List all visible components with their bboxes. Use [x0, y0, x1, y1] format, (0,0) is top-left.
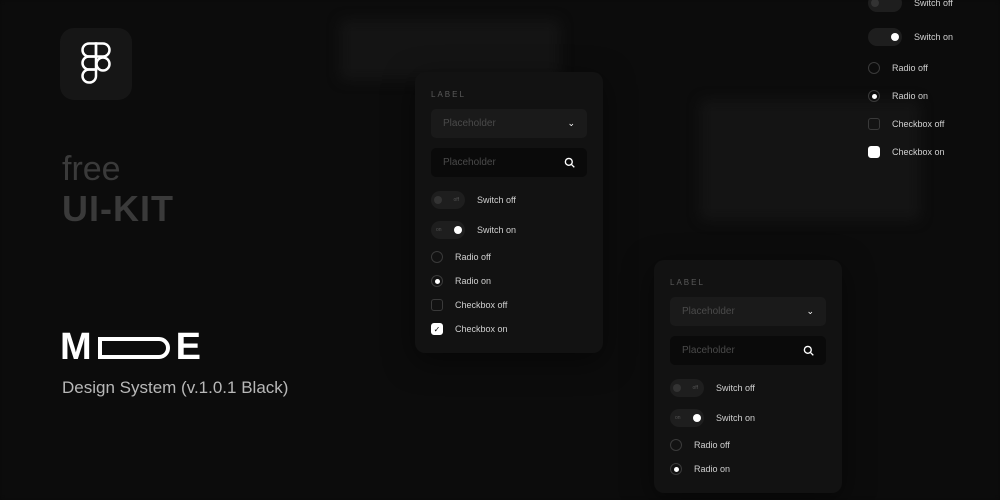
- checkbox-off[interactable]: [431, 299, 443, 311]
- side-controls: Switch off Switch on Radio off Radio on …: [868, 0, 998, 174]
- radio-on[interactable]: [431, 275, 443, 287]
- radio-off[interactable]: [868, 62, 880, 74]
- switch-on[interactable]: on: [431, 221, 465, 239]
- search-placeholder: Placeholder: [682, 345, 735, 356]
- switch-on-label: Switch on: [716, 413, 755, 423]
- search-field[interactable]: Placeholder: [431, 148, 587, 177]
- radio-off-label: Radio off: [455, 252, 491, 262]
- radio-on-label: Radio on: [892, 91, 928, 101]
- uikit-text: UI-KIT: [62, 188, 174, 230]
- switch-on[interactable]: [868, 28, 902, 46]
- radio-off-label: Radio off: [892, 63, 928, 73]
- free-text: free: [62, 150, 121, 189]
- select-field[interactable]: Placeholder ⌄: [670, 297, 826, 326]
- checkbox-off-label: Checkbox off: [455, 300, 507, 310]
- form-label: LABEL: [670, 278, 826, 287]
- select-placeholder: Placeholder: [682, 306, 735, 317]
- form-panel-1: LABEL Placeholder ⌄ Placeholder off Swit…: [415, 72, 603, 353]
- checkbox-off[interactable]: [868, 118, 880, 130]
- subtitle: Design System (v.1.0.1 Black): [62, 378, 288, 398]
- switch-off-label: Switch off: [716, 383, 755, 393]
- radio-on[interactable]: [868, 90, 880, 102]
- radio-off[interactable]: [431, 251, 443, 263]
- search-icon: [564, 157, 575, 168]
- switch-on[interactable]: on: [670, 409, 704, 427]
- switch-on-label: Switch on: [477, 225, 516, 235]
- radio-off[interactable]: [670, 439, 682, 451]
- chevron-down-icon: ⌄: [567, 118, 575, 129]
- radio-on-label: Radio on: [455, 276, 491, 286]
- checkbox-on[interactable]: [868, 146, 880, 158]
- chevron-down-icon: ⌄: [806, 306, 814, 317]
- radio-off-label: Radio off: [694, 440, 730, 450]
- figma-icon: [60, 28, 132, 100]
- search-field[interactable]: Placeholder: [670, 336, 826, 365]
- switch-off-label: Switch off: [914, 0, 953, 8]
- switch-on-label: Switch on: [914, 32, 953, 42]
- select-placeholder: Placeholder: [443, 118, 496, 129]
- switch-off[interactable]: off: [431, 191, 465, 209]
- switch-off[interactable]: [868, 0, 902, 12]
- select-field[interactable]: Placeholder ⌄: [431, 109, 587, 138]
- checkbox-on-label: Checkbox on: [455, 324, 508, 334]
- checkbox-on-label: Checkbox on: [892, 147, 945, 157]
- switch-off[interactable]: off: [670, 379, 704, 397]
- form-panel-2: LABEL Placeholder ⌄ Placeholder off Swit…: [654, 260, 842, 493]
- search-icon: [803, 345, 814, 356]
- checkbox-off-label: Checkbox off: [892, 119, 944, 129]
- checkbox-on[interactable]: ✓: [431, 323, 443, 335]
- radio-on-label: Radio on: [694, 464, 730, 474]
- switch-off-label: Switch off: [477, 195, 516, 205]
- search-placeholder: Placeholder: [443, 157, 496, 168]
- mode-logo: M E: [60, 326, 201, 369]
- form-label: LABEL: [431, 90, 587, 99]
- radio-on[interactable]: [670, 463, 682, 475]
